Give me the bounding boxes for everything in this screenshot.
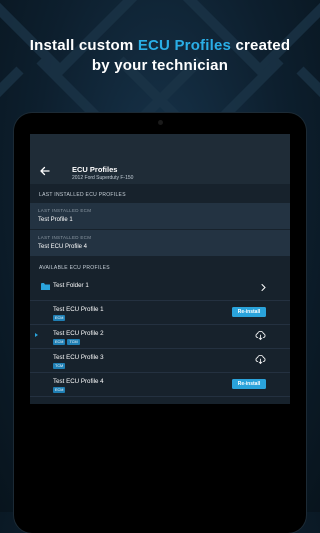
profile-name: Test ECU Profile 2 bbox=[53, 330, 104, 337]
vehicle-subtitle: 2012 Ford Superduty F-150 bbox=[72, 175, 134, 181]
camera-dot bbox=[158, 120, 163, 125]
headline-accent: ECU Profiles bbox=[137, 37, 232, 54]
headline-line-2: by your technician bbox=[91, 57, 229, 74]
headline: Install custom ECU Profiles created by y… bbox=[0, 36, 320, 76]
profile-tags: TCM bbox=[53, 363, 66, 369]
last-installed-card-1: LAST INSTALLED ECM Test Profile 1 bbox=[30, 203, 290, 229]
folder-label: Test Folder 1 bbox=[53, 282, 89, 289]
folder-row[interactable]: Test Folder 1 bbox=[30, 276, 290, 301]
arrow-left-icon[interactable] bbox=[38, 164, 52, 178]
last-installed-key: LAST INSTALLED ECM bbox=[38, 235, 92, 240]
profile-name: Test ECU Profile 1 bbox=[53, 306, 104, 313]
headline-line-1: Install custom ECU Profiles created bbox=[29, 37, 291, 54]
active-marker-icon bbox=[35, 333, 38, 337]
tag-tcm: TCM bbox=[67, 339, 80, 345]
reinstall-button[interactable]: Re-install bbox=[232, 379, 266, 389]
profile-row-2[interactable]: Test ECU Profile 2 ECM TCM bbox=[30, 324, 290, 349]
last-installed-key: LAST INSTALLED ECM bbox=[38, 208, 92, 213]
tag-ecm: ECM bbox=[53, 339, 66, 345]
folder-icon bbox=[41, 283, 50, 290]
profile-tags: ECM bbox=[53, 315, 66, 321]
download-icon[interactable] bbox=[255, 330, 266, 341]
chevron-right-icon bbox=[261, 284, 266, 291]
profile-name: Test ECU Profile 4 bbox=[53, 378, 104, 385]
tag-tcm: TCM bbox=[53, 363, 66, 369]
page-title: ECU Profiles bbox=[72, 165, 118, 174]
profile-tags: ECM bbox=[53, 387, 66, 393]
profile-tags: ECM TCM bbox=[53, 339, 80, 345]
profile-name: Test ECU Profile 3 bbox=[53, 354, 104, 361]
section-label-available: AVAILABLE ECU PROFILES bbox=[39, 265, 110, 271]
app-bar: ECU Profiles 2012 Ford Superduty F-150 bbox=[30, 134, 290, 184]
last-installed-value: Test ECU Profile 4 bbox=[38, 244, 88, 250]
app-screen: ECU Profiles 2012 Ford Superduty F-150 L… bbox=[30, 134, 290, 404]
tag-ecm: ECM bbox=[53, 387, 66, 393]
reinstall-button[interactable]: Re-install bbox=[232, 307, 266, 317]
section-label-last-installed: LAST INSTALLED ECU PROFILES bbox=[39, 192, 126, 198]
profile-row-4[interactable]: Test ECU Profile 4 ECM Re-install bbox=[30, 372, 290, 397]
last-installed-value: Test Profile 1 bbox=[38, 217, 73, 223]
tag-ecm: ECM bbox=[53, 315, 66, 321]
profile-row-3[interactable]: Test ECU Profile 3 TCM bbox=[30, 348, 290, 373]
last-installed-card-2: LAST INSTALLED ECM Test ECU Profile 4 bbox=[30, 230, 290, 256]
download-icon[interactable] bbox=[255, 354, 266, 365]
profile-row-1[interactable]: Test ECU Profile 1 ECM Re-install bbox=[30, 300, 290, 325]
